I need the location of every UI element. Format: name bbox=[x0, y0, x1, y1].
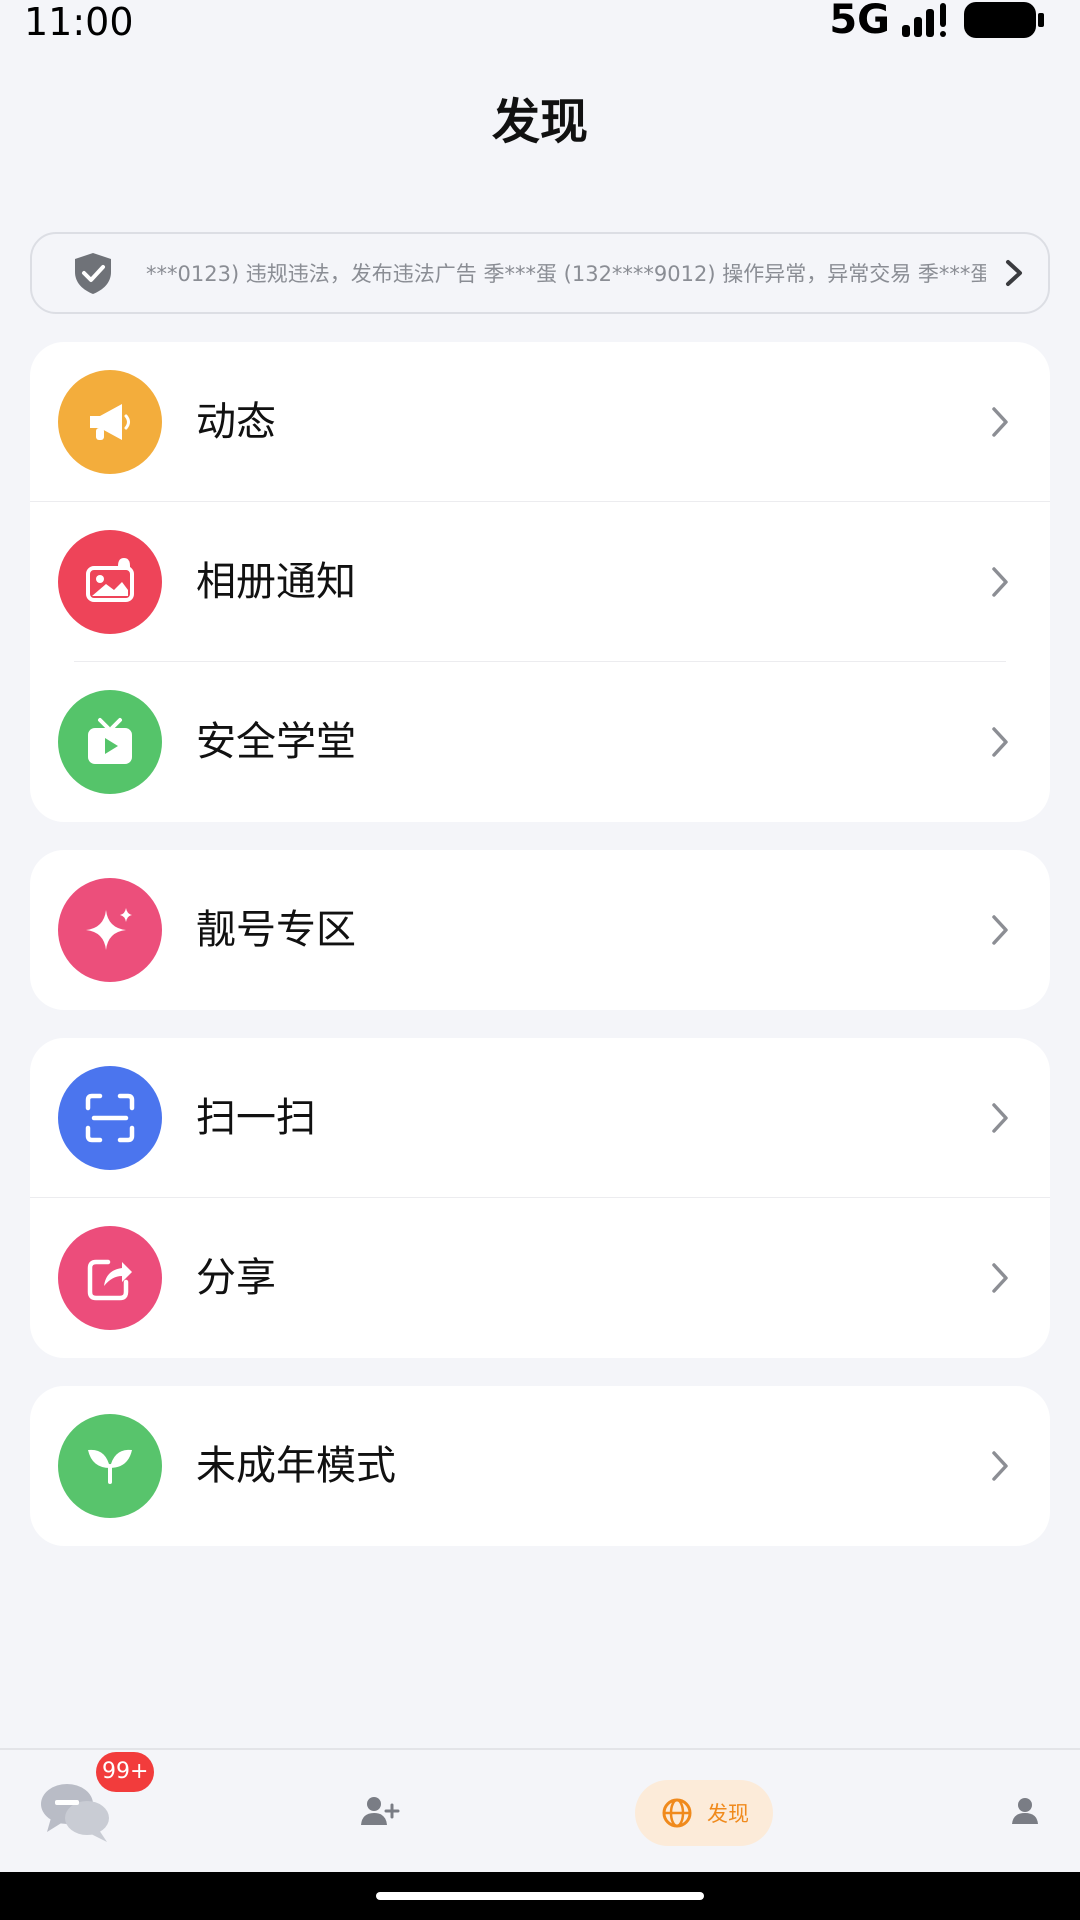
menu-item-label: 未成年模式 bbox=[196, 1443, 396, 1489]
system-home-bar bbox=[0, 1872, 1080, 1920]
notice-banner[interactable]: ***0123) 违规违法，发布违法广告 季***蛋 (132****9012)… bbox=[30, 232, 1050, 314]
menu-item-label: 安全学堂 bbox=[196, 719, 356, 765]
tab-discover[interactable]: 发现 bbox=[635, 1780, 773, 1846]
sprout-icon bbox=[58, 1414, 162, 1518]
menu-card-3: 扫一扫 分享 bbox=[30, 1038, 1050, 1358]
chevron-right-icon bbox=[992, 915, 1008, 945]
scan-icon bbox=[58, 1066, 162, 1170]
menu-item-moments[interactable]: 动态 bbox=[30, 342, 1050, 502]
menu-card-2: 靓号专区 bbox=[30, 850, 1050, 1010]
menu-item-album-notify[interactable]: 相册通知 bbox=[30, 502, 1050, 662]
menu-item-share[interactable]: 分享 bbox=[30, 1198, 1050, 1358]
menu-item-label: 分享 bbox=[196, 1255, 276, 1301]
unread-badge: 99+ bbox=[96, 1752, 155, 1792]
menu-item-minor-mode[interactable]: 未成年模式 bbox=[30, 1386, 1050, 1546]
tv-play-icon bbox=[58, 690, 162, 794]
signal-icon bbox=[902, 3, 946, 37]
globe-icon bbox=[662, 1798, 692, 1828]
add-contact-icon bbox=[361, 1797, 400, 1825]
menu-item-label: 动态 bbox=[196, 399, 276, 445]
menu-item-label: 靓号专区 bbox=[196, 907, 356, 953]
album-notify-icon bbox=[58, 530, 162, 634]
home-indicator[interactable] bbox=[376, 1892, 704, 1900]
notice-text: ***0123) 违规违法，发布违法广告 季***蛋 (132****9012)… bbox=[146, 262, 986, 286]
menu-item-premium-numbers[interactable]: 靓号专区 bbox=[30, 850, 1050, 1010]
chevron-right-icon bbox=[992, 1263, 1008, 1293]
sparkle-icon bbox=[58, 878, 162, 982]
tab-contacts[interactable] bbox=[340, 1750, 420, 1872]
menu-card-4: 未成年模式 bbox=[30, 1386, 1050, 1546]
status-time: 11:00 bbox=[24, 0, 134, 44]
menu-item-safety-school[interactable]: 安全学堂 bbox=[30, 662, 1050, 822]
shield-check-icon bbox=[75, 253, 111, 294]
share-icon bbox=[58, 1226, 162, 1330]
bottom-tab-bar: 99+ 发现 bbox=[0, 1748, 1080, 1872]
chevron-right-icon bbox=[992, 1451, 1008, 1481]
chevron-right-icon bbox=[992, 727, 1008, 757]
menu-item-label: 扫一扫 bbox=[196, 1095, 316, 1141]
menu-item-label: 相册通知 bbox=[196, 559, 356, 605]
chevron-right-icon bbox=[992, 1103, 1008, 1133]
person-icon bbox=[1012, 1798, 1038, 1824]
chevron-right-icon bbox=[992, 407, 1008, 437]
page-title: 发现 bbox=[491, 94, 588, 150]
tab-discover-label: 发现 bbox=[707, 1802, 749, 1826]
battery-icon bbox=[964, 2, 1044, 38]
network-type: 5G bbox=[829, 0, 890, 43]
tab-profile[interactable] bbox=[1000, 1750, 1050, 1872]
megaphone-icon bbox=[58, 370, 162, 474]
status-bar: 11:00 5G bbox=[0, 0, 1080, 44]
menu-card-1: 动态 相册通知 安全学堂 bbox=[30, 342, 1050, 822]
chevron-right-icon bbox=[992, 567, 1008, 597]
chevron-right-icon[interactable] bbox=[1002, 258, 1026, 288]
menu-item-scan[interactable]: 扫一扫 bbox=[30, 1038, 1050, 1198]
